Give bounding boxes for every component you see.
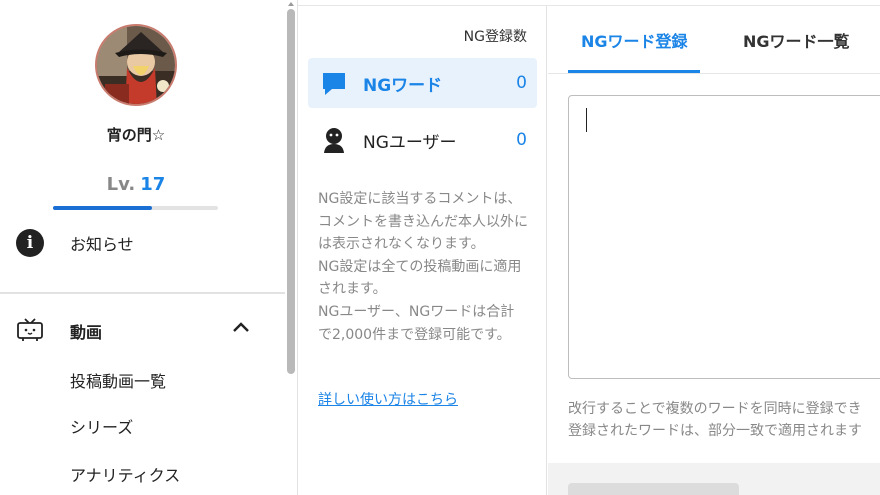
register-button[interactable] [568, 483, 739, 495]
user-icon [324, 128, 344, 153]
avatar-image [97, 26, 175, 104]
ng-description: NG設定に該当するコメントは、コメントを書き込んだ本人以外には表示されなくなりま… [318, 188, 528, 346]
info-icon: i [16, 229, 44, 257]
nav-notice-label: お知らせ [70, 235, 134, 254]
level-value: 17 [140, 174, 166, 195]
tv-icon [17, 318, 43, 341]
ng-word-row[interactable]: NGワード 0 [308, 58, 537, 108]
ng-description-2: NG設定は全ての投稿動画に適用されます。 [318, 258, 522, 298]
ng-word-textarea[interactable] [568, 95, 880, 379]
ng-word-editor: NGワード登録 NGワード一覧 改行することで複数のワードを同時に登録でき 登録… [548, 6, 880, 495]
hint-line-1: 改行することで複数のワードを同時に登録でき [568, 401, 862, 417]
nav-analytics[interactable]: アナリティクス [70, 462, 180, 486]
ng-description-3: NGユーザー、NGワードは合計で2,000件まで登録可能です。 [318, 303, 515, 343]
level-display: Lv. 17 [0, 174, 272, 195]
chat-bubble-icon [323, 73, 345, 95]
avatar[interactable] [95, 24, 177, 106]
nav-video-list[interactable]: 投稿動画一覧 [70, 368, 166, 392]
hint-line-2: 登録されたワードは、部分一致で適用されます [568, 423, 862, 439]
page: 宵の門☆ Lv. 17 i お知らせ 動画 投稿動画一覧 シリーズ アナリティク… [0, 0, 880, 495]
help-link[interactable]: 詳しい使い方はこちら [318, 389, 458, 409]
sidebar: 宵の門☆ Lv. 17 i お知らせ 動画 投稿動画一覧 シリーズ アナリティク… [0, 0, 298, 495]
ng-description-1: NG設定に該当するコメントは、コメントを書き込んだ本人以外には表示されなくなりま… [318, 191, 528, 253]
text-caret [586, 108, 587, 132]
chevron-up-icon[interactable] [232, 320, 250, 334]
ng-user-label: NGユーザー [363, 132, 457, 153]
scroll-up-arrow-icon[interactable] [287, 0, 295, 7]
editor-footer [548, 463, 880, 495]
ng-count-header: NG登録数 [463, 29, 527, 45]
level-progress-bar [53, 206, 218, 210]
ng-user-count: 0 [516, 130, 527, 150]
tab-ng-word-list[interactable]: NGワード一覧 [743, 28, 850, 52]
ng-word-label: NGワード [363, 75, 443, 96]
nav-video-section[interactable]: 動画 [70, 319, 102, 343]
level-label: Lv. [106, 174, 136, 195]
tab-ng-word-register[interactable]: NGワード登録 [581, 28, 688, 52]
scrollbar-thumb[interactable] [287, 9, 295, 374]
divider [0, 292, 285, 294]
level-progress-fill [53, 206, 152, 210]
ng-category-panel: NG登録数 NGワード 0 NGユーザー 0 NG設定に該当するコメントは、コメ… [299, 6, 547, 495]
input-hint: 改行することで複数のワードを同時に登録でき 登録されたワードは、部分一致で適用さ… [568, 398, 880, 442]
nav-series[interactable]: シリーズ [70, 414, 133, 438]
username: 宵の門☆ [106, 126, 166, 144]
nav-notice[interactable]: i お知らせ [0, 223, 285, 263]
ng-user-row[interactable]: NGユーザー 0 [308, 115, 537, 165]
ng-word-count: 0 [516, 73, 527, 93]
tab-border [548, 73, 880, 74]
